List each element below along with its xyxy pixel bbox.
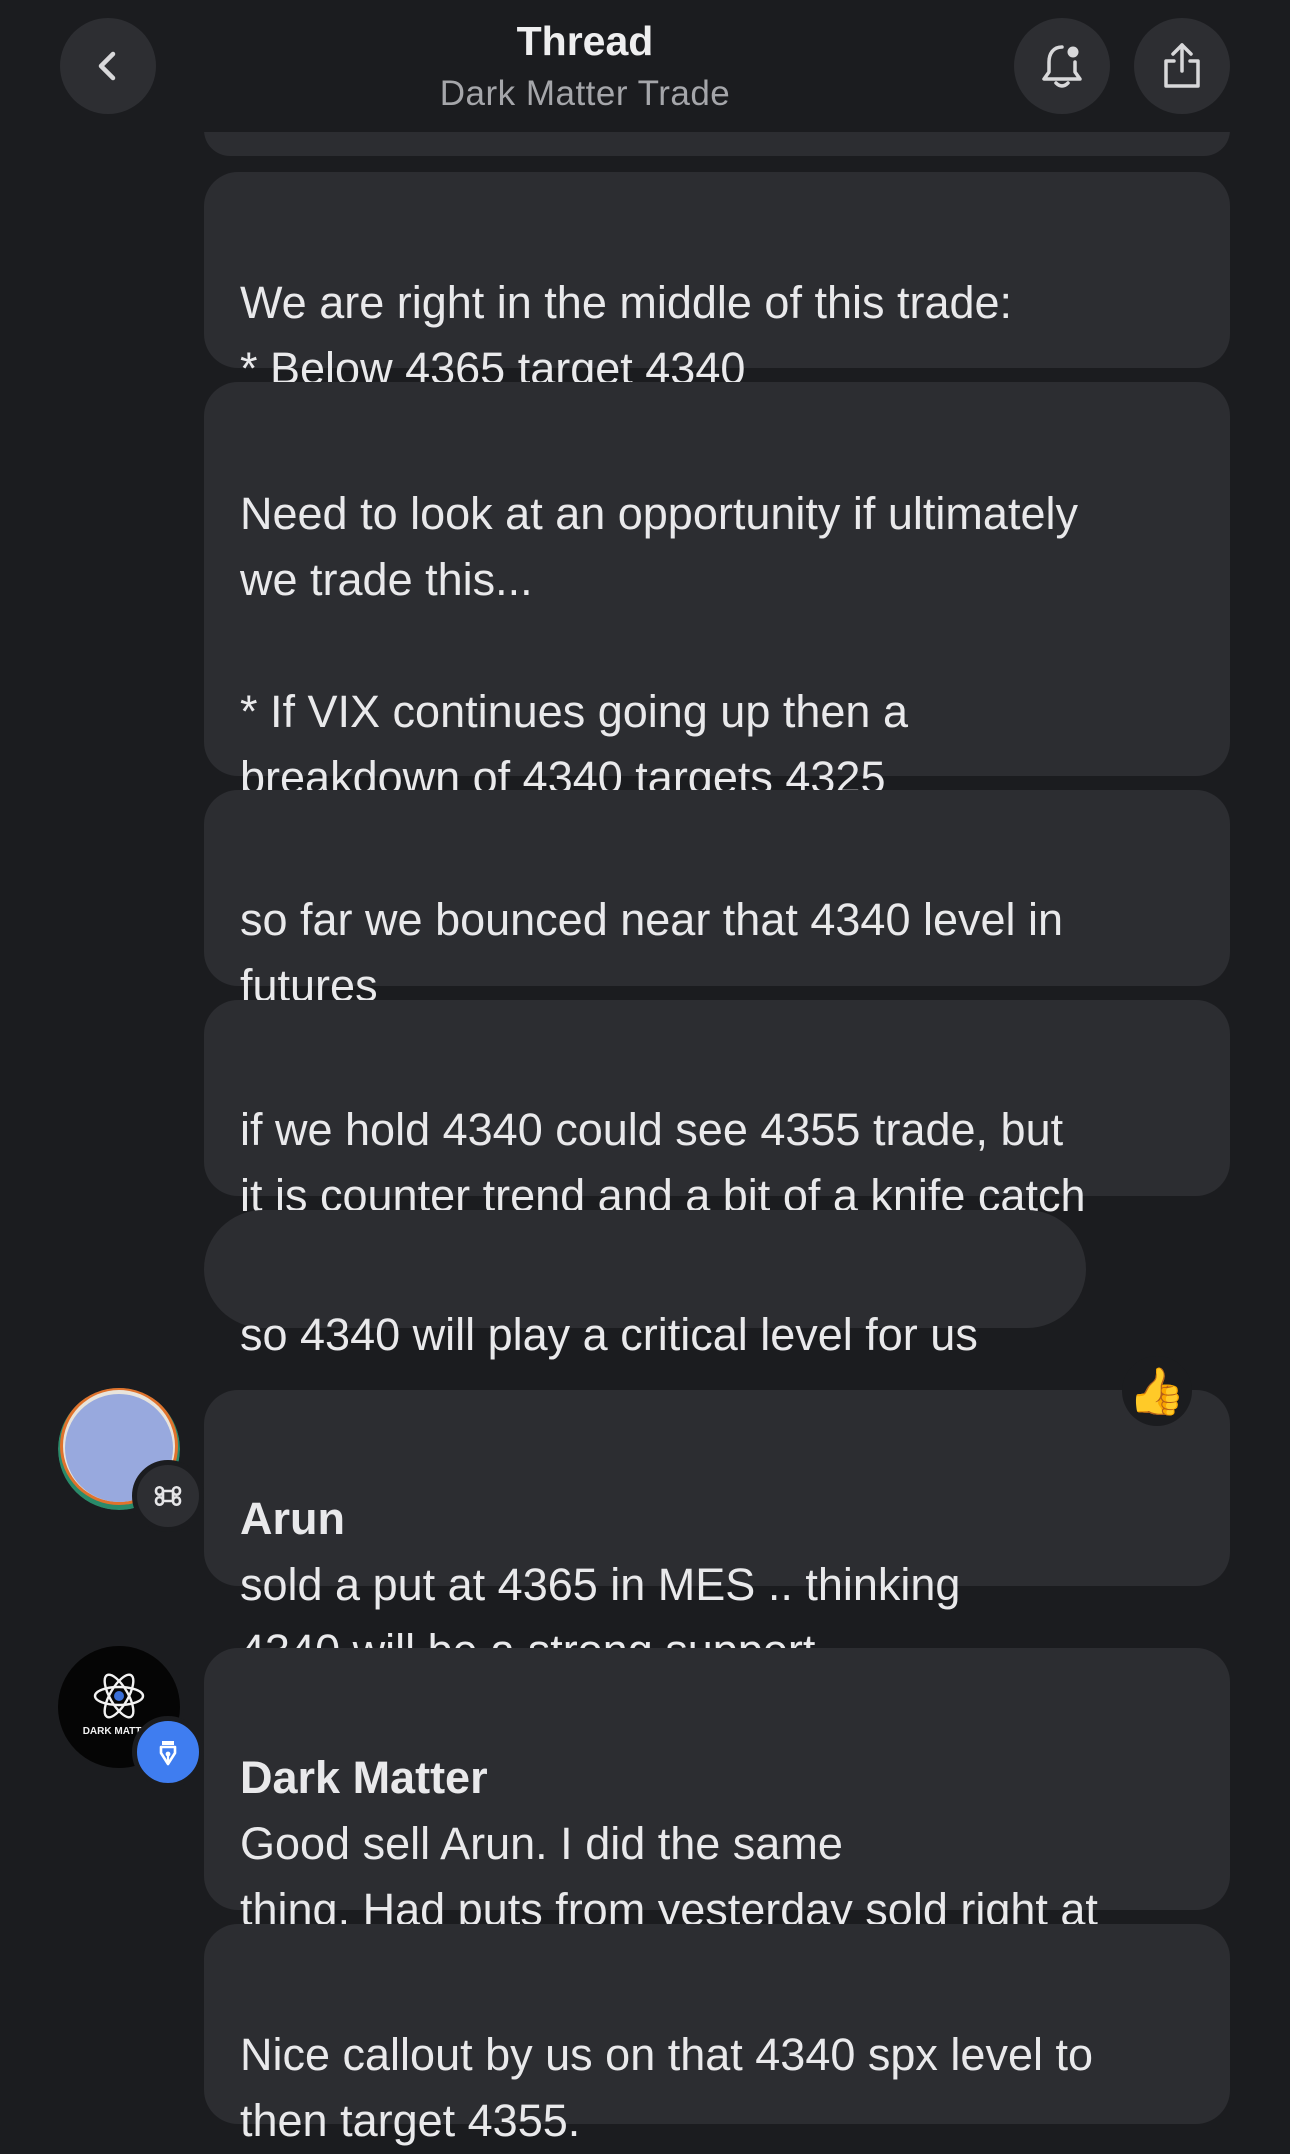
channel-name: Dark Matter Trade: [439, 74, 731, 113]
pen-nib-icon: [159, 1741, 177, 1766]
message-bubble[interactable]: Dark Matter Good sell Arun. I did the sa…: [204, 1648, 1230, 2001]
message-bubble[interactable]: Arun sold a put at 4365 in MES .. thinki…: [204, 1390, 1230, 1676]
message-bubble[interactable]: Nice callout by us on that 4340 spx leve…: [204, 1924, 1230, 2146]
command-key-icon: [154, 1485, 182, 1507]
message-bubble[interactable]: so far we bounced near that 4340 level i…: [204, 790, 1230, 1011]
message-text: Nice callout by us on that 4340 spx leve…: [240, 2029, 1094, 2146]
message-text: Need to look at an opportunity if ultima…: [240, 488, 1078, 803]
thumbs-up-reaction[interactable]: 👍: [1122, 1356, 1192, 1426]
message-bubble[interactable]: so 4340 will play a critical level for u…: [204, 1210, 1086, 1360]
share-button[interactable]: [1134, 18, 1230, 114]
share-icon: [1164, 43, 1200, 88]
message-bubble[interactable]: Need to look at an opportunity if ultima…: [204, 382, 1230, 803]
thread-header: Thread Dark Matter Trade: [0, 0, 1290, 132]
message-text: We are right in the middle of this trade…: [240, 277, 1013, 394]
message-text: so 4340 will play a critical level for u…: [240, 1309, 978, 1360]
admin-badge: [132, 1716, 204, 1788]
message-text: if we hold 4340 could see 4355 trade, bu…: [240, 1104, 1086, 1221]
notifications-button[interactable]: [1014, 18, 1110, 114]
message-text: so far we bounced near that 4340 level i…: [240, 894, 1064, 1011]
thumbs-up-icon: 👍: [1128, 1365, 1186, 1417]
message-author[interactable]: Arun: [240, 1493, 345, 1544]
message-bubble[interactable]: if we hold 4340 could see 4355 trade, bu…: [204, 1000, 1230, 1221]
message-author[interactable]: Dark Matter: [240, 1752, 488, 1803]
page-title: Thread: [516, 18, 654, 64]
message-bubble[interactable]: We are right in the middle of this trade…: [204, 172, 1230, 394]
bell-icon: [1042, 45, 1082, 88]
member-badge: [132, 1460, 204, 1532]
